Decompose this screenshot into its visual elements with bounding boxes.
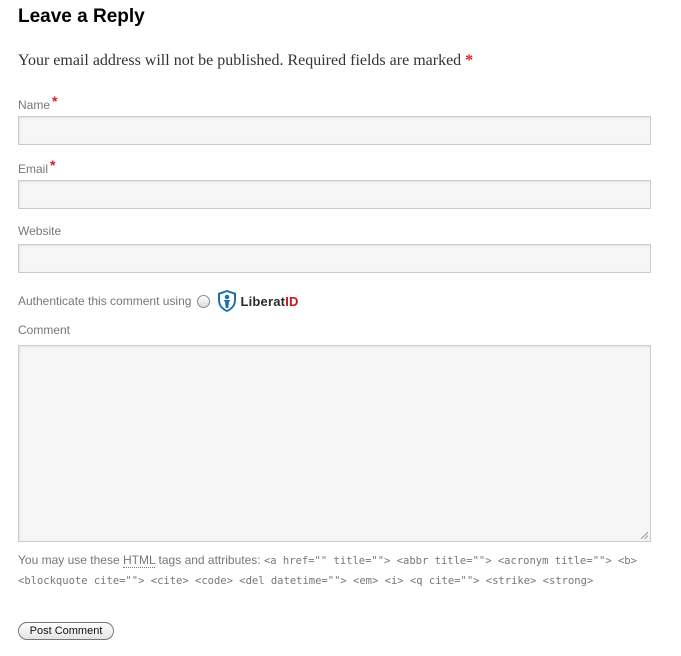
allowed-middle: tags and attributes: (158, 553, 261, 567)
html-abbr: HTML (122, 553, 156, 568)
logo-text-id: ID (285, 293, 299, 309)
liberatid-radio[interactable] (197, 294, 211, 308)
reply-title: Leave a Reply (18, 6, 145, 27)
name-label-text: Name (18, 98, 51, 112)
allowed-prefix: You may use these (18, 553, 120, 567)
comment-notes-text: Your email address will not be published… (18, 52, 462, 69)
required-mark: * (52, 93, 58, 109)
required-mark: * (50, 157, 56, 173)
comment-label-text: Comment (18, 323, 71, 337)
allowed-tags-note: You may use these HTML tags and attribut… (18, 551, 658, 591)
website-label-text: Website (18, 224, 62, 238)
website-field[interactable] (18, 244, 651, 273)
required-mark: * (465, 52, 474, 69)
name-field[interactable] (18, 116, 651, 145)
liberatid-logo[interactable]: LiberatID (217, 289, 298, 313)
logo-text-liberat: Liberat (240, 293, 286, 309)
comment-label: Comment (18, 323, 70, 337)
comment-notes: Your email address will not be published… (18, 52, 473, 70)
email-label: Email * (18, 157, 56, 176)
resize-grip-icon[interactable] (640, 531, 648, 539)
auth-label: Authenticate this comment using (18, 294, 192, 308)
comment-textarea[interactable] (18, 345, 651, 542)
post-comment-button[interactable]: Post Comment (18, 622, 114, 640)
shield-icon (218, 290, 237, 312)
email-label-text: Email (18, 162, 49, 176)
website-label: Website (18, 224, 61, 238)
email-field[interactable] (18, 180, 651, 209)
authentication-row: Authenticate this comment using LiberatI… (18, 288, 299, 314)
liberatid-logo-text: LiberatID (240, 294, 298, 309)
name-label: Name * (18, 93, 58, 112)
